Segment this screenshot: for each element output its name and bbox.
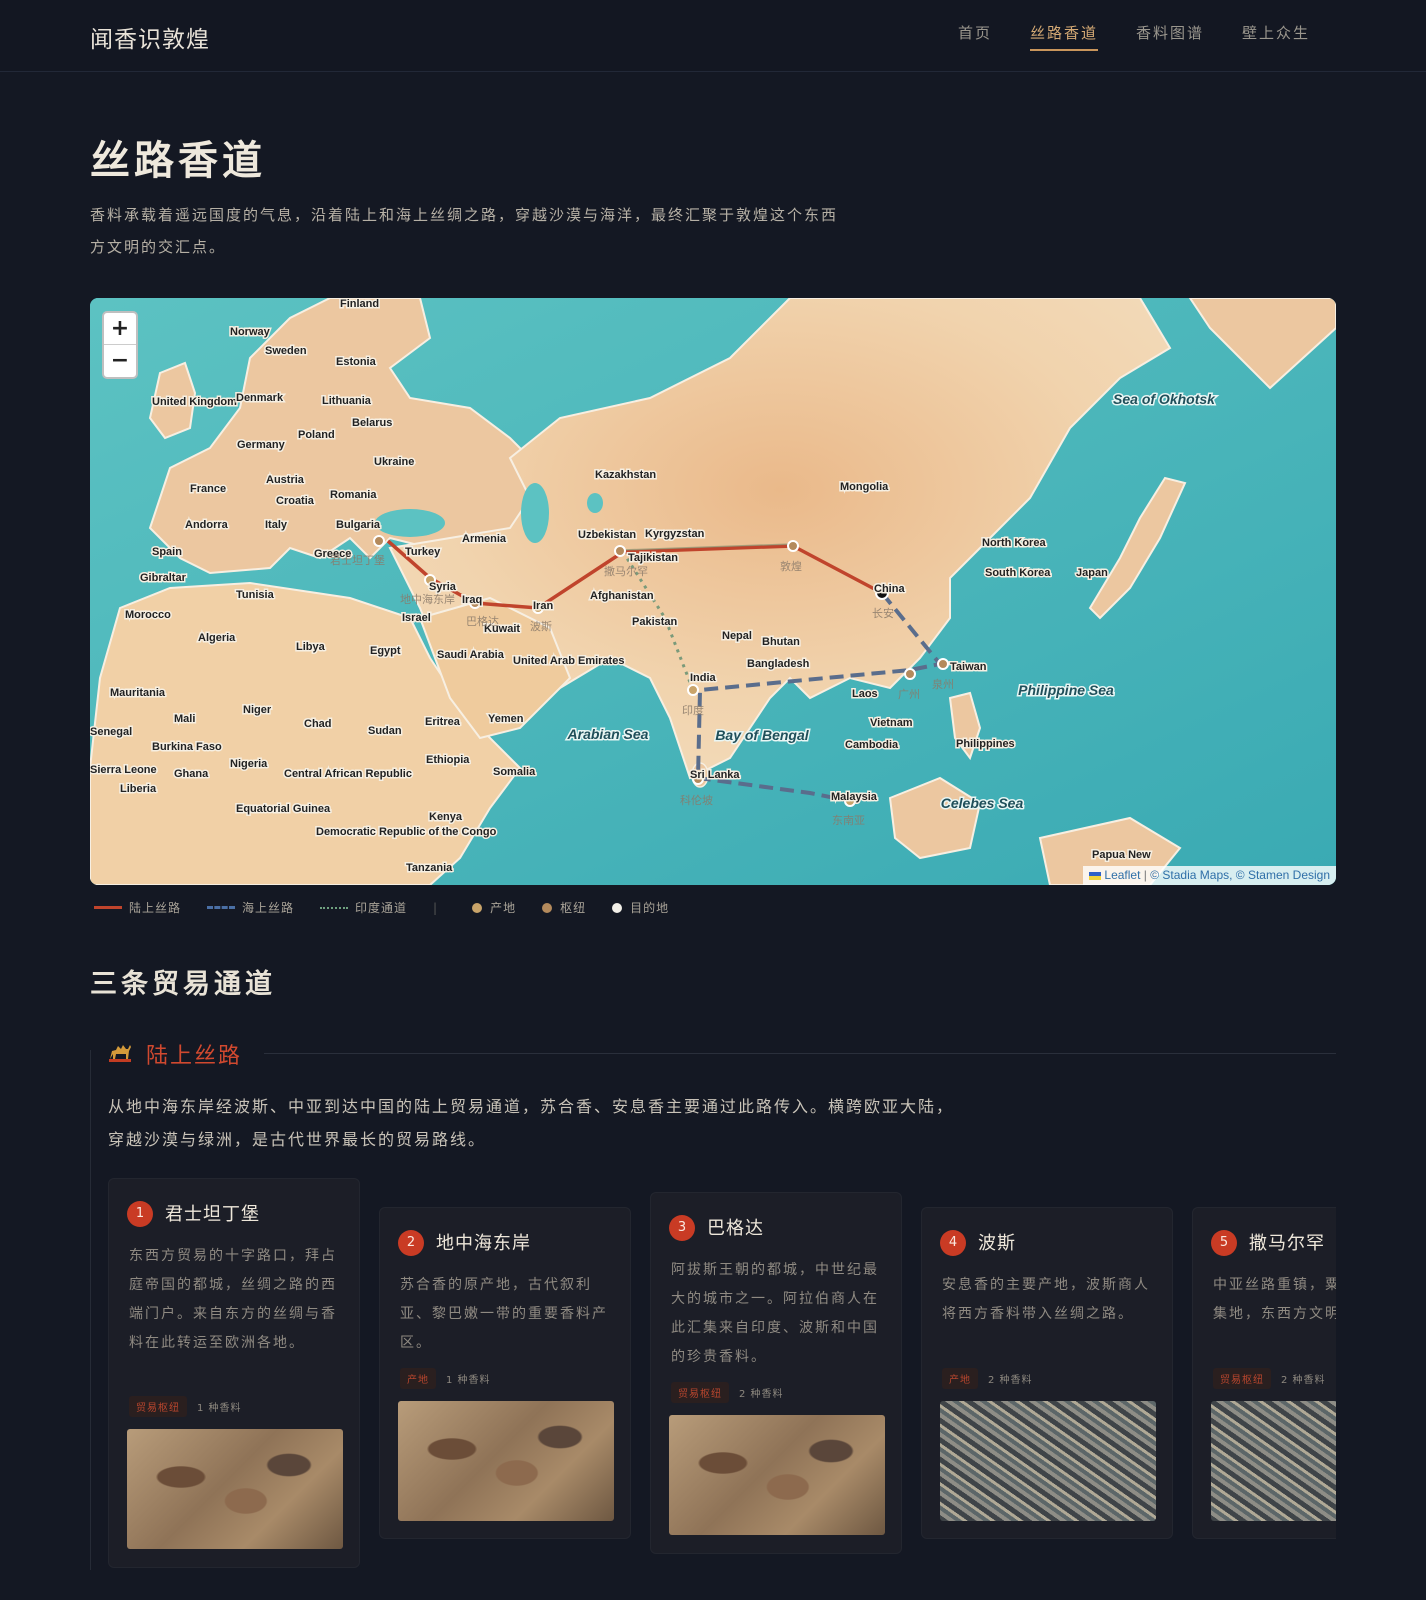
stop-type-badge: 产地 <box>400 1368 436 1389</box>
stop-card[interactable]: 5 撒马尔罕 中亚丝路重镇，粟特商人的聚集地，东西方文明在此交汇。 贸易枢纽 2… <box>1192 1207 1336 1539</box>
stop-description: 安息香的主要产地，波斯商人将西方香料带入丝绸之路。 <box>942 1277 1150 1322</box>
spice-count: 1 种香料 <box>197 1403 242 1414</box>
stop-type-badge: 贸易枢纽 <box>1213 1368 1271 1389</box>
stop-type-badge: 贸易枢纽 <box>129 1396 187 1417</box>
stop-title: 撒马尔罕 <box>1249 1233 1325 1254</box>
spice-count: 2 种香料 <box>988 1375 1033 1386</box>
mural-image <box>1211 1401 1336 1521</box>
stop-number-badge: 5 <box>1211 1230 1237 1256</box>
mural-image <box>127 1429 343 1549</box>
stop-card[interactable]: 1 君士坦丁堡 东西方贸易的十字路口，拜占庭帝国的都城，丝绸之路的西端门户。来自… <box>108 1178 360 1568</box>
mural-image <box>669 1415 885 1535</box>
stop-card[interactable]: 2 地中海东岸 苏合香的原产地，古代叙利亚、黎巴嫩一带的重要香料产区。 产地 1… <box>379 1207 631 1539</box>
stop-description: 东西方贸易的十字路口，拜占庭帝国的都城，丝绸之路的西端门户。来自东方的丝绸与香料… <box>129 1248 337 1351</box>
spice-count: 1 种香料 <box>446 1375 491 1386</box>
spice-count: 2 种香料 <box>1281 1375 1326 1386</box>
stop-tags: 贸易枢纽 2 种香料 <box>671 1382 784 1403</box>
stop-card[interactable]: 3 巴格达 阿拔斯王朝的都城，中世纪最大的城市之一。阿拉伯商人在此汇集来自印度、… <box>650 1192 902 1554</box>
mural-image <box>940 1401 1156 1521</box>
stop-title: 君士坦丁堡 <box>165 1204 260 1225</box>
stop-description: 阿拔斯王朝的都城，中世纪最大的城市之一。阿拉伯商人在此汇集来自印度、波斯和中国的… <box>671 1262 879 1365</box>
stop-description: 苏合香的原产地，古代叙利亚、黎巴嫩一带的重要香料产区。 <box>400 1277 608 1351</box>
stop-number-badge: 2 <box>398 1230 424 1256</box>
stop-number-badge: 3 <box>669 1215 695 1241</box>
stop-type-badge: 产地 <box>942 1368 978 1389</box>
stop-title: 巴格达 <box>707 1218 764 1239</box>
stop-tags: 产地 2 种香料 <box>942 1368 1033 1389</box>
stop-description: 中亚丝路重镇，粟特商人的聚集地，东西方文明在此交汇。 <box>1213 1277 1336 1322</box>
stop-number-badge: 1 <box>127 1201 153 1227</box>
stop-title: 地中海东岸 <box>436 1233 531 1254</box>
stop-title: 波斯 <box>978 1233 1016 1254</box>
stop-number-badge: 4 <box>940 1230 966 1256</box>
stop-tags: 产地 1 种香料 <box>400 1368 491 1389</box>
stop-type-badge: 贸易枢纽 <box>671 1382 729 1403</box>
spice-count: 2 种香料 <box>739 1389 784 1400</box>
mural-image <box>398 1401 614 1521</box>
stop-tags: 贸易枢纽 2 种香料 <box>1213 1368 1326 1389</box>
stop-card[interactable]: 4 波斯 安息香的主要产地，波斯商人将西方香料带入丝绸之路。 产地 2 种香料 <box>921 1207 1173 1539</box>
stop-tags: 贸易枢纽 1 种香料 <box>129 1396 242 1417</box>
route-cards: 1 君士坦丁堡 东西方贸易的十字路口，拜占庭帝国的都城，丝绸之路的西端门户。来自… <box>0 0 1336 1600</box>
